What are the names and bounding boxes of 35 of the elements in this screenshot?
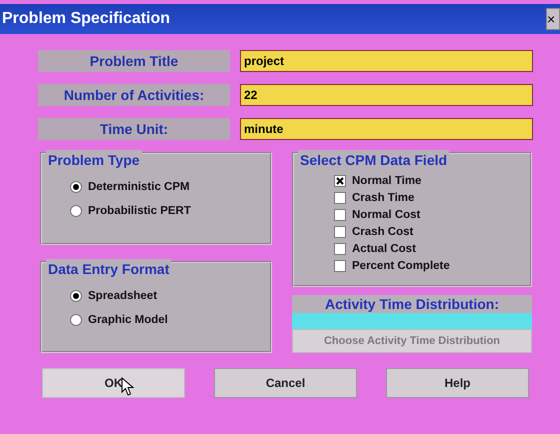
checkbox-option[interactable]: Crash Time [334, 191, 530, 205]
text-field[interactable]: project [240, 50, 533, 72]
checkbox-option[interactable]: Normal Cost [334, 208, 530, 222]
radio-button[interactable] [70, 290, 82, 302]
mouse-cursor-icon [121, 377, 135, 397]
group-title: Data Entry Format [46, 259, 172, 280]
checkbox-option[interactable]: Percent Complete [334, 259, 530, 273]
field-label: Number of Activities: [38, 84, 230, 106]
checkbox[interactable] [334, 192, 346, 204]
text-field[interactable]: minute [240, 118, 533, 140]
radio-button[interactable] [70, 181, 82, 193]
distribution-label: Activity Time Distribution: [292, 295, 532, 313]
text-field[interactable]: 22 [240, 84, 533, 106]
checkbox[interactable] [334, 226, 346, 238]
radio-option[interactable]: Probabilistic PERT [70, 204, 270, 218]
dialog-button[interactable]: Help [386, 368, 529, 398]
checkbox[interactable] [334, 209, 346, 221]
checkbox[interactable] [334, 175, 346, 187]
checkbox-option[interactable]: Crash Cost [334, 225, 530, 239]
close-button[interactable]: × [546, 8, 560, 30]
radio-option[interactable]: Graphic Model [70, 313, 270, 327]
radio-button[interactable] [70, 205, 82, 217]
dialog-button[interactable]: OK [42, 368, 185, 398]
checkbox-option[interactable]: Normal Time [334, 174, 530, 188]
window-title: Problem Specification [2, 9, 170, 29]
checkbox[interactable] [334, 243, 346, 255]
checkbox-option[interactable]: Actual Cost [334, 242, 530, 256]
group-title: Problem Type [46, 150, 142, 171]
radio-option[interactable]: Spreadsheet [70, 289, 270, 303]
checkbox[interactable] [334, 260, 346, 272]
field-label: Time Unit: [38, 118, 230, 140]
radio-button[interactable] [70, 314, 82, 326]
dialog-button[interactable]: Cancel [214, 368, 357, 398]
radio-option[interactable]: Deterministic CPM [70, 180, 270, 194]
field-label: Problem Title [38, 50, 230, 72]
